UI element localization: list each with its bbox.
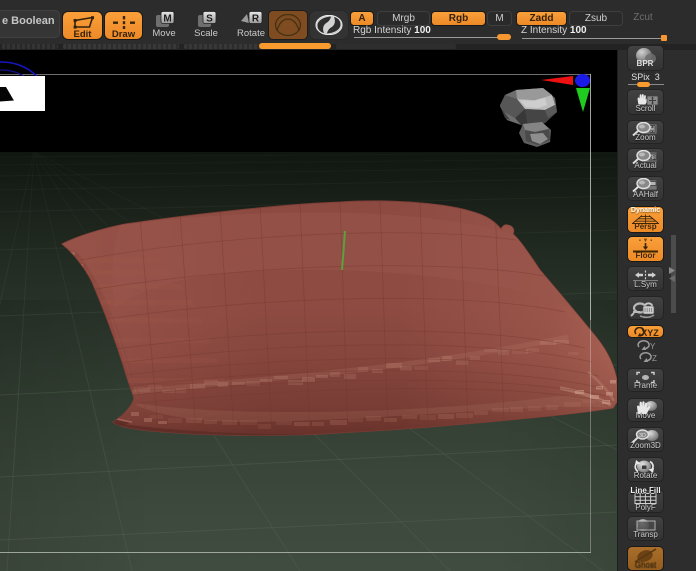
svg-text:S: S [206,14,213,25]
svg-text:XYZ: XYZ [641,328,659,338]
svg-text:M: M [163,14,171,25]
svg-text:Z: Z [652,354,657,363]
svg-text:Y: Y [650,342,656,351]
svg-text:3D: 3D [639,433,646,439]
svg-text:R: R [252,14,260,25]
svg-text:BPR: BPR [637,59,654,68]
